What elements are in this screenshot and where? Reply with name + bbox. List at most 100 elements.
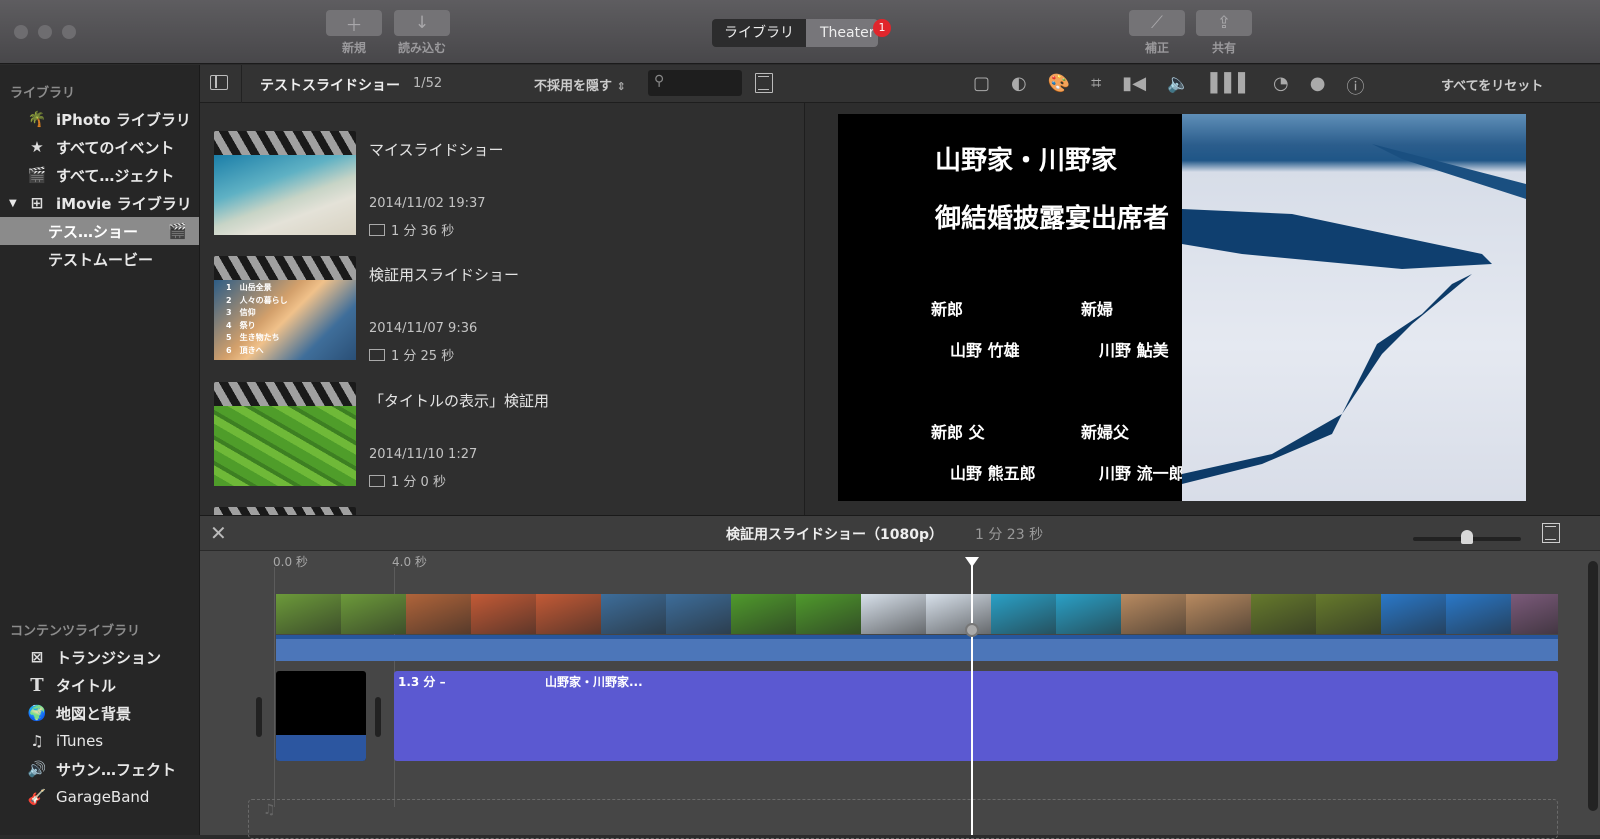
audio-waveform[interactable] xyxy=(276,635,1558,661)
title-clip-duration: 1.3 分 – xyxy=(398,675,446,689)
project-title: 検証用スライドショー xyxy=(369,266,520,284)
clip-trim-handle-left[interactable] xyxy=(256,697,262,737)
project-title: 「タイトルの表示」検証用 xyxy=(369,392,550,410)
clip-trim-handle-right[interactable] xyxy=(375,697,381,737)
film-icon xyxy=(369,475,385,487)
filter-icon[interactable]: ● xyxy=(1310,73,1326,99)
equalizer-icon[interactable]: ▌▌▌ xyxy=(1210,73,1252,99)
sidebar-item-label: iMovie ライブラリ xyxy=(56,194,192,213)
preview-heading-1: 山野家・川野家 xyxy=(935,146,1118,176)
project-date: 2014/11/10 1:27 xyxy=(369,447,478,462)
music-note-icon: ♫ xyxy=(263,802,276,818)
browser-toolbar: テストスライドショー 1/52 不採用を隠す ⇕ ⚲ xyxy=(200,65,805,103)
preview-heading-2: 御結婚披露宴出席者 xyxy=(935,204,1170,234)
sidebar-item-garageband[interactable]: 🎸 GarageBand xyxy=(0,783,199,811)
browser-title: テストスライドショー xyxy=(260,78,400,94)
tab-theater[interactable]: Theater xyxy=(806,19,878,47)
search-input[interactable]: ⚲ xyxy=(648,70,742,96)
groom-name: 山野 竹雄 xyxy=(950,341,1020,360)
film-icon xyxy=(369,349,385,361)
viewer: 山野家・川野家 御結婚披露宴出席者 新郎 山野 竹雄 新婦 川野 鮎美 新郎 父… xyxy=(805,103,1600,515)
clapper-icon: 🎬 xyxy=(27,166,47,184)
color-balance-icon[interactable]: ◐ xyxy=(1011,73,1027,99)
sidebar-item-label: すべてのイベント xyxy=(56,138,175,157)
sidebar: ライブラリ 🌴 iPhoto ライブラリ ★ すべてのイベント 🎬 すべて…ジェ… xyxy=(0,65,200,835)
minimize-window-button[interactable] xyxy=(38,25,52,39)
project-duration: 1 分 36 秒 xyxy=(369,220,454,239)
palette-icon[interactable]: 🎨 xyxy=(1048,73,1070,99)
enhance-button[interactable]: ⟋ xyxy=(1129,10,1185,36)
sidebar-item-maps[interactable]: 🌍 地図と背景 xyxy=(0,699,199,727)
timeline-project-title: 検証用スライドショー（1080p） xyxy=(726,527,943,543)
filmstrip-frame xyxy=(731,594,796,634)
project-duration: 1 分 0 秒 xyxy=(369,471,446,490)
sidebar-item-itunes[interactable]: ♫ iTunes xyxy=(0,727,199,755)
filmstrip-frame xyxy=(341,594,406,634)
video-preview[interactable]: 山野家・川野家 御結婚披露宴出席者 新郎 山野 竹雄 新婦 川野 鮎美 新郎 父… xyxy=(838,114,1526,501)
project-item[interactable]: マイスライドショー 2014/11/02 19:37 1 分 36 秒 xyxy=(214,131,794,251)
filmstrip-frame xyxy=(1186,594,1251,634)
star-icon: ★ xyxy=(30,138,44,156)
clip-appearance-button[interactable] xyxy=(1542,523,1560,543)
share-button[interactable]: ⇪ xyxy=(1196,10,1252,36)
search-icon: ⚲ xyxy=(654,73,665,89)
project-thumbnail xyxy=(214,155,356,235)
bride-father-label: 新婦父 xyxy=(1081,423,1130,442)
sidebar-item-test-movie[interactable]: テストムービー xyxy=(0,245,199,273)
disclosure-triangle-icon[interactable]: ▼ xyxy=(9,198,17,209)
timeline-scrollbar[interactable] xyxy=(1588,561,1598,811)
sidebar-item-imovie-library[interactable]: ▼ ⊞ iMovie ライブラリ xyxy=(0,189,199,217)
speed-icon[interactable]: ◔ xyxy=(1273,73,1289,99)
title-clip[interactable]: 1.3 分 – 山野家・川野家... xyxy=(394,671,1558,761)
filter-dropdown[interactable]: 不採用を隠す ⇕ xyxy=(534,75,626,94)
zoom-slider-knob[interactable] xyxy=(1461,530,1473,544)
timeline[interactable]: 0.0 秒 4.0 秒 1.3 分 – 山野家・川野家... ♫ xyxy=(200,551,1600,839)
reset-all-button[interactable]: すべてをリセット xyxy=(1441,75,1543,94)
filmstrip-frame xyxy=(861,594,926,634)
black-clip[interactable] xyxy=(276,671,366,761)
browser-count: 1/52 xyxy=(413,76,443,91)
filmstrip-frame xyxy=(536,594,601,634)
playhead[interactable] xyxy=(965,557,979,835)
palm-tree-icon: 🌴 xyxy=(27,110,47,128)
filmstrip-frame xyxy=(796,594,861,634)
crop-frame-icon[interactable]: ▢ xyxy=(973,73,990,99)
stabilize-icon[interactable]: ▮◀ xyxy=(1122,73,1146,99)
plus-icon: ＋ xyxy=(345,15,363,36)
sidebar-item-iphoto[interactable]: 🌴 iPhoto ライブラリ xyxy=(0,105,199,133)
sidebar-item-label: iTunes xyxy=(56,732,104,750)
sidebar-item-test-slideshow[interactable]: テス…ショー 🎬 xyxy=(0,217,199,245)
tab-library[interactable]: ライブラリ xyxy=(712,19,806,47)
background-music-well[interactable]: ♫ xyxy=(248,799,1558,839)
project-item[interactable]: 1 山岳全景 2 人々の暮らし 3 信仰 4 祭り 5 生き物たち 6 頂きへ … xyxy=(214,256,794,376)
sidebar-item-all-projects[interactable]: 🎬 すべて…ジェクト xyxy=(0,161,199,189)
project-duration: 1 分 25 秒 xyxy=(369,345,454,364)
thumb-text-line: 2 人々の暮らし xyxy=(226,295,288,305)
filmstrip-toggle-button[interactable] xyxy=(755,73,773,93)
sidebar-item-titles[interactable]: T タイトル xyxy=(0,671,199,699)
filmstrip-frame xyxy=(601,594,666,634)
close-window-button[interactable] xyxy=(14,25,28,39)
sidebar-item-label: iPhoto ライブラリ xyxy=(56,110,191,129)
project-title: マイスライドショー xyxy=(369,141,504,159)
crop-icon[interactable]: ⌗ xyxy=(1091,73,1101,99)
project-date: 2014/11/02 19:37 xyxy=(369,196,486,211)
ruler-tick xyxy=(274,567,275,807)
sidebar-item-sound-effects[interactable]: 🔊 サウン…フェクト xyxy=(0,755,199,783)
volume-icon[interactable]: 🔈 xyxy=(1167,73,1189,99)
toggle-sidebar-button[interactable] xyxy=(210,75,228,90)
skimmer-knob[interactable] xyxy=(965,623,979,637)
sidebar-item-all-events[interactable]: ★ すべてのイベント xyxy=(0,133,199,161)
sidebar-item-label: テス…ショー xyxy=(48,222,139,241)
title-bar: ＋ 新規 ↓ 読み込む ライブラリ Theater 1 ⟋ 補正 ⇪ 共有 xyxy=(0,0,1600,64)
sidebar-item-transitions[interactable]: ⊠ トランジション xyxy=(0,643,199,671)
new-button[interactable]: ＋ xyxy=(326,10,382,36)
zoom-window-button[interactable] xyxy=(62,25,76,39)
sidebar-item-label: タイトル xyxy=(56,676,117,695)
project-item[interactable]: 「タイトルの表示」検証用 2014/11/10 1:27 1 分 0 秒 xyxy=(214,382,794,502)
import-button[interactable]: ↓ xyxy=(394,10,450,36)
project-item[interactable] xyxy=(214,507,794,515)
close-timeline-button[interactable]: ✕ xyxy=(210,521,227,545)
info-icon[interactable]: ⓘ xyxy=(1346,73,1364,99)
ruler-label: 4.0 秒 xyxy=(392,555,427,569)
